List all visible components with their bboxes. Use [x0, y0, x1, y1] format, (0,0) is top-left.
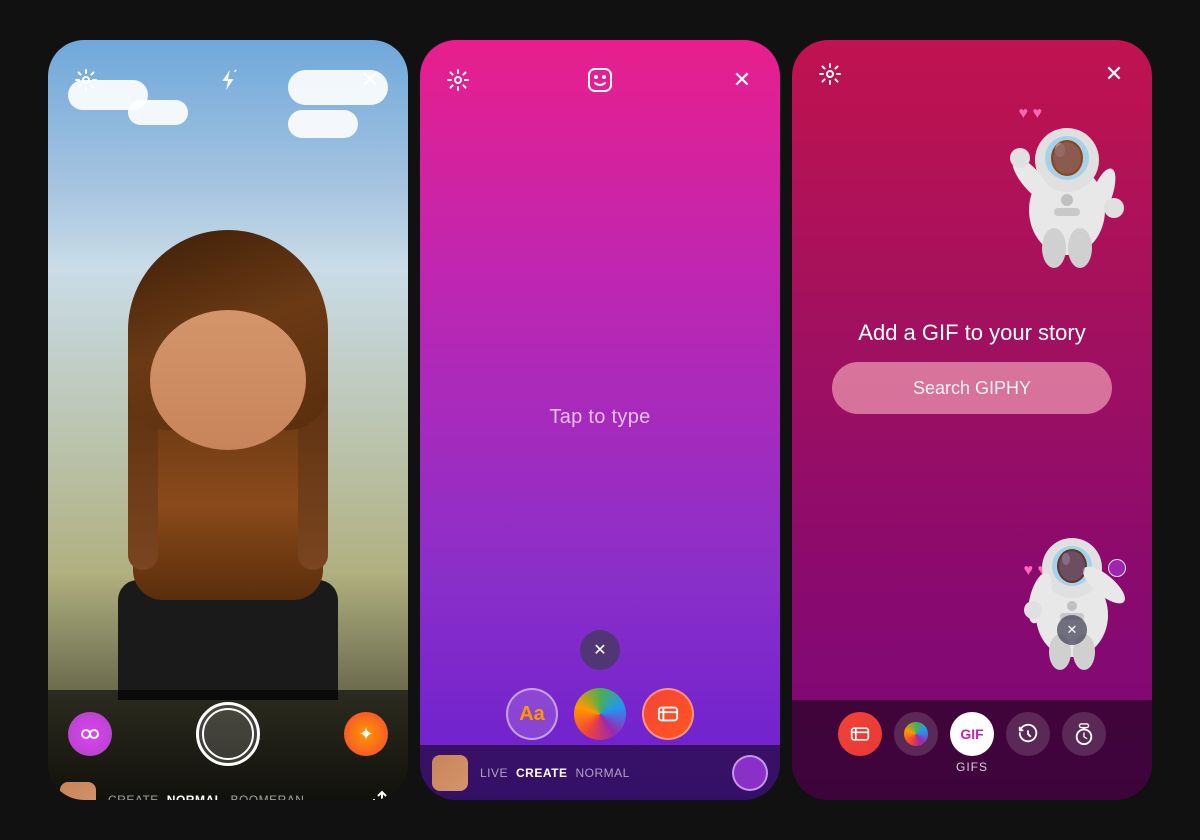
mode-boomerang[interactable]: BOOMERAN: [230, 793, 304, 800]
camera-mode-nav: CREATE NORMAL BOOMERAN: [48, 778, 408, 800]
astronaut-svg-top: [1002, 100, 1132, 270]
close-icon: ✕: [361, 67, 379, 93]
phone-2-text: ✕ Tap to type ✕ Aa: [420, 40, 780, 800]
sticker-button[interactable]: [642, 688, 694, 740]
text-tools: Aa: [420, 688, 780, 740]
text-top-bar: ✕: [420, 40, 780, 110]
astronaut-sticker-top: [1002, 100, 1132, 270]
text-close-icon: ✕: [733, 67, 751, 93]
cloud-4: [288, 110, 358, 138]
mode-normal[interactable]: NORMAL: [167, 793, 223, 800]
gif-top-bar: ✕: [792, 40, 1152, 100]
color-picker-button[interactable]: [574, 688, 626, 740]
gif-color-button[interactable]: [894, 712, 938, 756]
add-gif-heading: Add a GIF to your story: [858, 320, 1085, 346]
settings-icon: [75, 69, 97, 91]
gif-close-icon: ✕: [1105, 61, 1123, 87]
gif-history-button[interactable]: [1006, 712, 1050, 756]
gif-sticker-icon: [850, 724, 870, 744]
gif-screen-bg: ✕ ♥ ♥: [792, 40, 1152, 800]
flip-icon: [366, 788, 390, 800]
flip-camera-button[interactable]: [360, 782, 396, 800]
gif-timer-button[interactable]: [1062, 712, 1106, 756]
text-bottom-nav: LIVE CREATE NORMAL: [420, 745, 780, 800]
sparkle-icon: ✦: [358, 724, 373, 745]
gif-bottom-nav: GIF GIF: [792, 700, 1152, 800]
astronaut-sticker-bottom: [1012, 510, 1132, 670]
phone-1-camera: ✕ ✦: [48, 40, 408, 800]
text-tool-label: Aa: [519, 703, 545, 726]
shutter-inner: [202, 708, 254, 760]
search-giphy-label: Search GIPHY: [913, 378, 1031, 399]
gif-settings-button[interactable]: [812, 56, 848, 92]
text-mode-labels: LIVE CREATE NORMAL: [480, 766, 630, 780]
search-giphy-input[interactable]: Search GIPHY: [832, 362, 1112, 414]
timer-icon: [1074, 723, 1094, 745]
sticker-face-button[interactable]: [582, 62, 618, 98]
text-settings-icon: [447, 69, 469, 91]
gallery-thumbnail[interactable]: [60, 782, 96, 800]
text-mode-create[interactable]: CREATE: [516, 766, 567, 780]
add-gif-section: Add a GIF to your story Search GIPHY: [792, 320, 1152, 414]
camera-top-bar: ✕: [48, 40, 408, 110]
text-gallery-thumbnail[interactable]: [432, 755, 468, 791]
flash-icon: [218, 69, 238, 91]
color-wheel-icon: [904, 722, 928, 746]
camera-controls: ✦: [48, 690, 408, 778]
mode-create[interactable]: CREATE: [108, 793, 159, 800]
history-icon: [1017, 723, 1039, 745]
text-mode-normal[interactable]: NORMAL: [575, 766, 629, 780]
text-settings-button[interactable]: [440, 62, 476, 98]
tap-to-type-label[interactable]: Tap to type: [549, 406, 650, 429]
phone-3-gif: ✕ ♥ ♥: [792, 40, 1152, 800]
text-style-button[interactable]: Aa: [506, 688, 558, 740]
text-close-button[interactable]: ✕: [724, 62, 760, 98]
boomerang-icon: [78, 722, 102, 746]
sticker-dismiss-icon: ✕: [1067, 622, 1078, 638]
effect-button[interactable]: ✦: [344, 712, 388, 756]
text-dismiss-button[interactable]: ✕: [580, 630, 620, 670]
text-mode-live[interactable]: LIVE: [480, 766, 508, 780]
text-color-swatch[interactable]: [732, 755, 768, 791]
sticker-icon: [657, 703, 679, 725]
gif-picker-button[interactable]: GIF: [950, 712, 994, 756]
text-screen-bg: ✕ Tap to type ✕ Aa: [420, 40, 780, 800]
astronaut-svg-bottom: [1012, 510, 1132, 670]
gif-settings-icon: [819, 63, 841, 85]
gif-sticker-button[interactable]: [838, 712, 882, 756]
gif-close-button[interactable]: ✕: [1096, 56, 1132, 92]
flash-button[interactable]: [210, 62, 246, 98]
mode-labels: CREATE NORMAL BOOMERAN: [108, 793, 304, 800]
camera-bottom-bar: ✦ CREATE NORMAL BOOMERAN: [48, 690, 408, 800]
dismiss-icon: ✕: [593, 640, 606, 660]
gif-label: GIF: [960, 726, 983, 742]
boomerang-button[interactable]: [68, 712, 112, 756]
sticker-dismiss-button[interactable]: ✕: [1057, 615, 1087, 645]
shutter-button[interactable]: [196, 702, 260, 766]
gifs-section-label: GIFS: [956, 760, 988, 780]
sticker-face-icon: [587, 67, 613, 93]
close-button[interactable]: ✕: [352, 62, 388, 98]
settings-button[interactable]: [68, 62, 104, 98]
gif-tools: GIF: [828, 700, 1116, 760]
